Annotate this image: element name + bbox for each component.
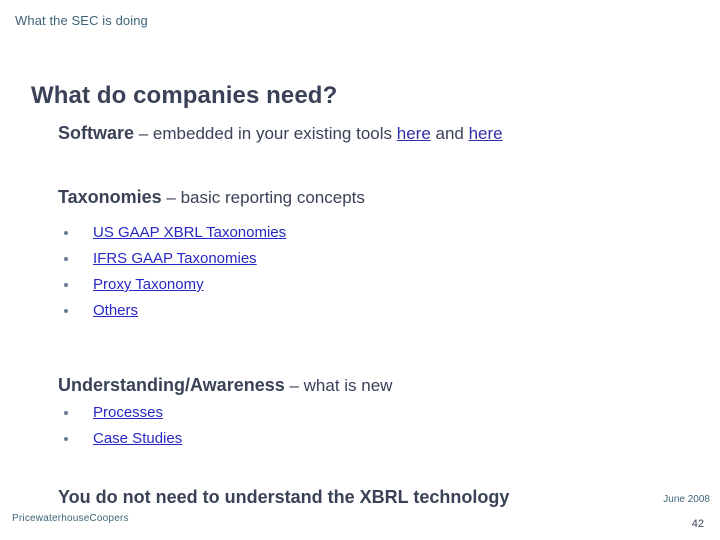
software-link-1[interactable]: here	[397, 124, 431, 143]
bullet-dot-icon	[64, 411, 68, 415]
software-label: Software	[58, 123, 135, 143]
closing-statement: You do not need to understand the XBRL t…	[58, 487, 510, 507]
awareness-line: Understanding/Awareness – what is new	[58, 376, 706, 394]
slide-canvas: What the SEC is doing What do companies …	[0, 0, 720, 540]
taxonomy-link-ifrs-gaap[interactable]: IFRS GAAP Taxonomies	[93, 250, 257, 267]
software-link-2[interactable]: here	[469, 124, 503, 143]
bullet-dot-icon	[64, 231, 68, 235]
bullet-dot-icon	[64, 309, 68, 313]
taxonomies-description: – basic reporting concepts	[161, 188, 365, 207]
taxonomy-link-proxy[interactable]: Proxy Taxonomy	[93, 276, 204, 293]
taxonomy-link-us-gaap[interactable]: US GAAP XBRL Taxonomies	[93, 224, 286, 241]
software-line: Software – embedded in your existing too…	[58, 124, 706, 142]
awareness-list: Processes Case Studies	[58, 402, 706, 450]
awareness-link-processes[interactable]: Processes	[93, 404, 163, 421]
bullet-dot-icon	[64, 437, 68, 441]
slide-body: Software – embedded in your existing too…	[58, 124, 706, 454]
bullet-dot-icon	[64, 283, 68, 287]
taxonomy-link-others[interactable]: Others	[93, 302, 138, 319]
list-item[interactable]: IFRS GAAP Taxonomies	[58, 248, 706, 270]
list-item[interactable]: Processes	[58, 402, 706, 424]
software-conjunction: and	[430, 124, 469, 143]
list-item[interactable]: US GAAP XBRL Taxonomies	[58, 222, 706, 244]
taxonomies-label: Taxonomies	[58, 187, 162, 207]
page-title: What do companies need?	[31, 82, 338, 110]
taxonomies-line: Taxonomies – basic reporting concepts	[58, 188, 706, 206]
list-item[interactable]: Case Studies	[58, 428, 706, 450]
footer-brand-logo: PricewaterhouseCoopers	[12, 513, 129, 524]
taxonomy-list: US GAAP XBRL Taxonomies IFRS GAAP Taxono…	[58, 222, 706, 322]
footer-date: June 2008	[663, 494, 710, 505]
awareness-description: – what is new	[284, 376, 393, 395]
list-item[interactable]: Others	[58, 300, 706, 322]
software-description: – embedded in your existing tools	[134, 124, 397, 143]
list-item[interactable]: Proxy Taxonomy	[58, 274, 706, 296]
awareness-link-case-studies[interactable]: Case Studies	[93, 430, 182, 447]
awareness-label: Understanding/Awareness	[58, 375, 285, 395]
bullet-dot-icon	[64, 257, 68, 261]
slide-kicker: What the SEC is doing	[15, 13, 148, 28]
footer-page-number: 42	[691, 518, 704, 530]
